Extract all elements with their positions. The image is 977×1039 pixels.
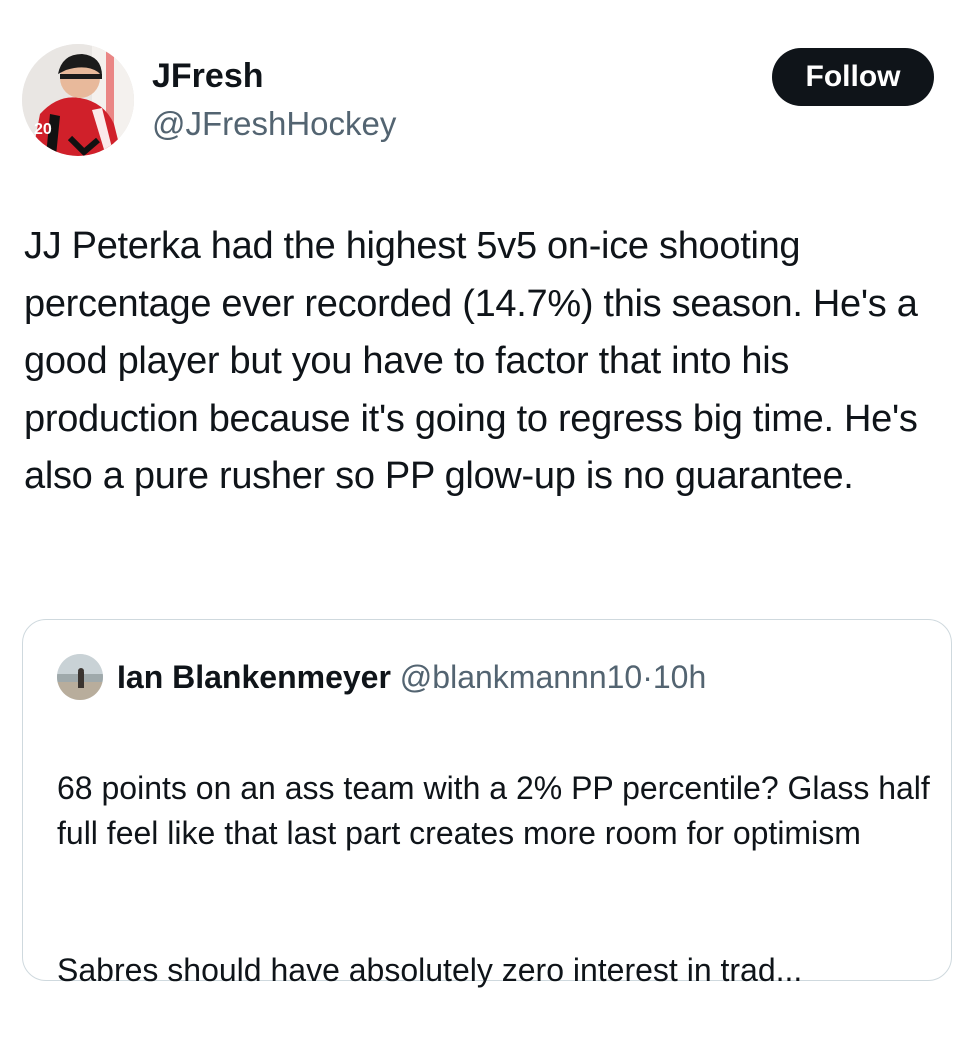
quote-separator: · [642,659,653,695]
quote-header: Ian Blankenmeyer @blankmannn10·10h [117,656,706,698]
author-display-name[interactable]: JFresh [152,56,264,96]
quote-paragraph-1: 68 points on an ass team with a 2% PP pe… [57,769,930,852]
quote-author-name[interactable]: Ian Blankenmeyer [117,659,391,695]
beach-photo-avatar-icon [57,654,103,700]
quote-timestamp[interactable]: 10h [653,659,706,695]
quote-author-handle[interactable]: @blankmannn10 [400,659,642,695]
svg-text:20: 20 [34,121,52,138]
follow-button[interactable]: Follow [772,48,934,106]
hockey-player-avatar-icon: 20 [22,44,134,156]
quote-text: 68 points on an ass team with a 2% PP pe… [57,720,937,1039]
quote-author-avatar[interactable] [57,654,103,700]
tweet-text: JJ Peterka had the highest 5v5 on-ice sh… [24,225,918,497]
quote-paragraph-2: Sabres should have absolutely zero inter… [57,952,803,988]
author-avatar[interactable]: 20 [22,44,134,156]
quoted-tweet-card[interactable]: Ian Blankenmeyer @blankmannn10·10h 68 po… [22,619,952,988]
author-handle[interactable]: @JFreshHockey [152,104,396,144]
